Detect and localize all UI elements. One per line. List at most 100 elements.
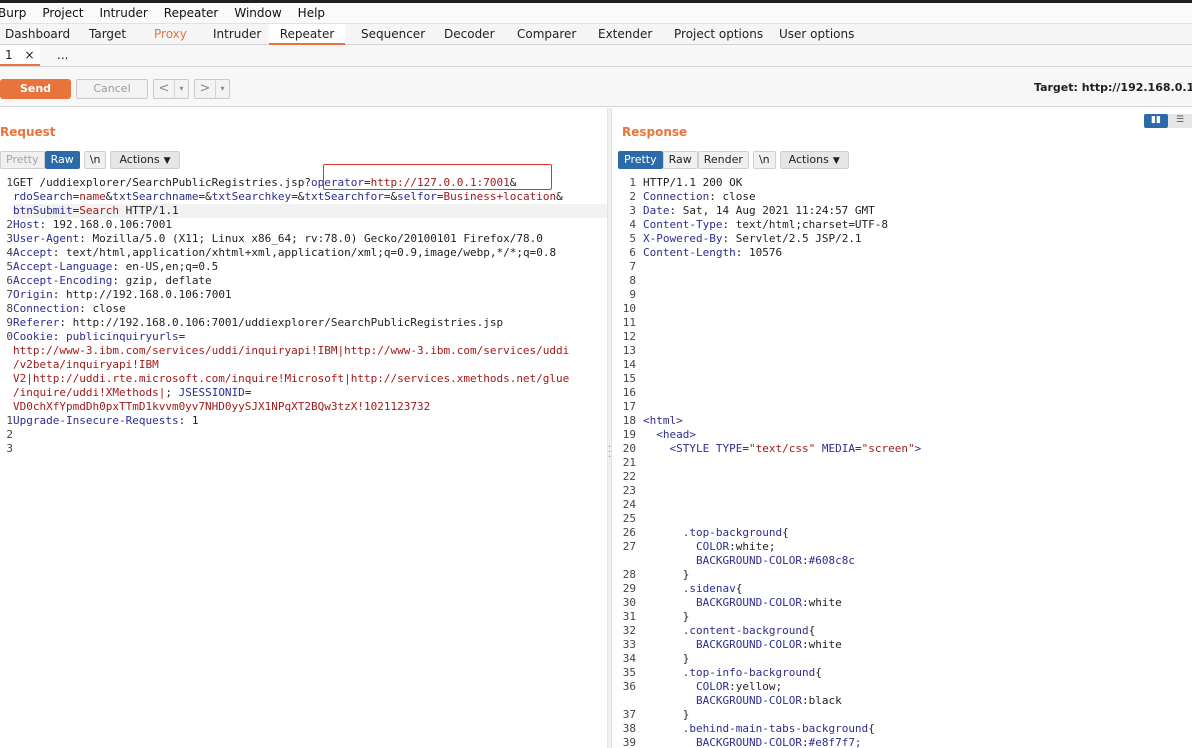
code-line[interactable]: 30 BACKGROUND-COLOR:white <box>612 596 1192 610</box>
code-line[interactable]: 22 <box>612 470 1192 484</box>
code-line[interactable]: 31 } <box>612 610 1192 624</box>
code-line[interactable]: 27 COLOR:white; <box>612 540 1192 554</box>
code-line[interactable]: V2|http://uddi.rte.microsoft.com/inquire… <box>0 372 607 386</box>
menu-help[interactable]: Help <box>290 6 333 20</box>
code-line[interactable]: 6 Content-Length: 10576 <box>612 246 1192 260</box>
code-line[interactable]: 14 <box>612 358 1192 372</box>
tab-sequencer[interactable]: Sequencer <box>361 24 425 45</box>
response-raw-button[interactable]: Raw <box>662 151 698 169</box>
code-line[interactable]: 28 } <box>612 568 1192 582</box>
tab-proxy[interactable]: Proxy <box>154 24 187 45</box>
chevron-down-icon[interactable]: ▾ <box>174 80 188 98</box>
chevron-left-icon[interactable]: < <box>154 80 174 98</box>
target-label[interactable]: Target: http://192.168.0.106:7001 <box>1034 81 1192 94</box>
stacked-view-icon[interactable]: ☰ <box>1168 114 1192 128</box>
code-line[interactable]: 7 Origin: http://192.168.0.106:7001 <box>0 288 607 302</box>
code-line[interactable]: BACKGROUND-COLOR:#608c8c <box>612 554 1192 568</box>
code-line[interactable]: 34 } <box>612 652 1192 666</box>
tab-repeater[interactable]: Repeater <box>269 24 345 45</box>
response-pretty-button[interactable]: Pretty <box>618 151 663 169</box>
code-line[interactable]: 24 <box>612 498 1192 512</box>
code-line[interactable]: 12 <box>612 330 1192 344</box>
code-line[interactable]: 8 Connection: close <box>0 302 607 316</box>
code-line[interactable]: 13 <box>612 344 1192 358</box>
code-line[interactable]: 9 Referer: http://192.168.0.106:7001/uddi… <box>0 316 607 330</box>
response-newline-button[interactable]: \n <box>752 151 776 169</box>
code-line[interactable]: 2 Connection: close <box>612 190 1192 204</box>
code-line[interactable]: 21 <box>612 456 1192 470</box>
code-line[interactable]: 2 <box>0 428 607 442</box>
code-line[interactable]: 4 Content-Type: text/html;charset=UTF-8 <box>612 218 1192 232</box>
code-line[interactable]: 4 Accept: text/html,application/xhtml+xml… <box>0 246 607 260</box>
code-line[interactable]: /v2beta/inquiryapi!IBM <box>0 358 607 372</box>
response-actions-button[interactable]: Actions ▼ <box>779 151 849 169</box>
code-line[interactable]: 6 Accept-Encoding: gzip, deflate <box>0 274 607 288</box>
tab-dashboard[interactable]: Dashboard <box>5 24 70 45</box>
subtab-1[interactable]: 1 × <box>0 45 40 66</box>
code-line[interactable]: 29 .sidenav{ <box>612 582 1192 596</box>
code-line[interactable]: 39 BACKGROUND-COLOR:#e8f7f7; <box>612 736 1192 748</box>
tab-comparer[interactable]: Comparer <box>517 24 576 45</box>
tab-decoder[interactable]: Decoder <box>444 24 495 45</box>
chevron-down-icon[interactable]: ▾ <box>215 80 229 98</box>
code-line[interactable]: 37 } <box>612 708 1192 722</box>
code-line[interactable]: 32 .content-background{ <box>612 624 1192 638</box>
code-line[interactable]: rdoSearch=name&txtSearchname=&txtSearchk… <box>0 190 607 204</box>
request-raw-button[interactable]: Raw <box>44 151 80 169</box>
split-view-icon[interactable]: ▮▮ <box>1144 114 1168 128</box>
code-line[interactable]: 26 .top-background{ <box>612 526 1192 540</box>
code-line[interactable]: BACKGROUND-COLOR:black <box>612 694 1192 708</box>
menu-repeater[interactable]: Repeater <box>156 6 227 20</box>
code-line[interactable]: 9 <box>612 288 1192 302</box>
code-line[interactable]: 18 <html> <box>612 414 1192 428</box>
code-line[interactable]: 38 .behind-main-tabs-background{ <box>612 722 1192 736</box>
code-line[interactable]: 5 X-Powered-By: Servlet/2.5 JSP/2.1 <box>612 232 1192 246</box>
response-editor[interactable]: 1 HTTP/1.1 200 OK 2 Connection: close 3 Date:… <box>612 176 1192 748</box>
tab-target[interactable]: Target <box>89 24 126 45</box>
subtab-new[interactable]: ... <box>57 45 68 66</box>
code-line[interactable]: 25 <box>612 512 1192 526</box>
menu-intruder[interactable]: Intruder <box>91 6 155 20</box>
code-line[interactable]: VD0chXfYpmdDh0pxTTmD1kvvm0yv7NHD0yySJX1N… <box>0 400 607 414</box>
request-newline-button[interactable]: \n <box>83 151 107 169</box>
code-line[interactable]: 11 <box>612 316 1192 330</box>
code-line[interactable]: 10 <box>612 302 1192 316</box>
tab-user-options[interactable]: User options <box>779 24 854 45</box>
code-line[interactable]: 35 .top-info-background{ <box>612 666 1192 680</box>
code-line[interactable]: /inquire/uddi!XMethods|; JSESSIONID= <box>0 386 607 400</box>
menu-project[interactable]: Project <box>34 6 91 20</box>
code-line[interactable]: 16 <box>612 386 1192 400</box>
cancel-button[interactable]: Cancel <box>76 79 148 99</box>
tab-intruder[interactable]: Intruder <box>213 24 261 45</box>
code-line[interactable]: 33 BACKGROUND-COLOR:white <box>612 638 1192 652</box>
request-actions-button[interactable]: Actions ▼ <box>110 151 180 169</box>
request-pretty-button[interactable]: Pretty <box>0 151 45 169</box>
code-line[interactable]: 3 User-Agent: Mozilla/5.0 (X11; Linux x86… <box>0 232 607 246</box>
send-button[interactable]: Send <box>0 79 71 99</box>
code-line[interactable]: 19 <head> <box>612 428 1192 442</box>
code-line[interactable]: 8 <box>612 274 1192 288</box>
menu-burp[interactable]: Burp <box>0 6 34 20</box>
response-render-button[interactable]: Render <box>697 151 749 169</box>
code-line[interactable]: 0 Cookie: publicinquiryurls= <box>0 330 607 344</box>
code-line[interactable]: 7 <box>612 260 1192 274</box>
code-line[interactable]: 3 Date: Sat, 14 Aug 2021 11:24:57 GMT <box>612 204 1192 218</box>
code-line[interactable]: http://www-3.ibm.com/services/uddi/inqui… <box>0 344 607 358</box>
close-icon[interactable]: × <box>24 48 34 62</box>
tab-extender[interactable]: Extender <box>598 24 652 45</box>
code-line[interactable]: 1 HTTP/1.1 200 OK <box>612 176 1192 190</box>
code-line[interactable]: btnSubmit=Search HTTP/1.1 <box>0 204 607 218</box>
code-line[interactable]: 15 <box>612 372 1192 386</box>
divider-grip-icon[interactable]: · · · <box>608 443 611 463</box>
menu-window[interactable]: Window <box>226 6 289 20</box>
request-editor[interactable]: 1 GET /uddiexplorer/SearchPublicRegistrie… <box>0 176 607 748</box>
code-line[interactable]: 23 <box>612 484 1192 498</box>
code-line[interactable]: 2 Host: 192.168.0.106:7001 <box>0 218 607 232</box>
chevron-right-icon[interactable]: > <box>195 80 215 98</box>
code-line[interactable]: 5 Accept-Language: en-US,en;q=0.5 <box>0 260 607 274</box>
code-line[interactable]: 1 Upgrade-Insecure-Requests: 1 <box>0 414 607 428</box>
code-line[interactable]: 3 <box>0 442 607 456</box>
code-line[interactable]: 20 <STYLE TYPE="text/css" MEDIA="screen"… <box>612 442 1192 456</box>
tab-project-options[interactable]: Project options <box>674 24 763 45</box>
code-line[interactable]: 36 COLOR:yellow; <box>612 680 1192 694</box>
